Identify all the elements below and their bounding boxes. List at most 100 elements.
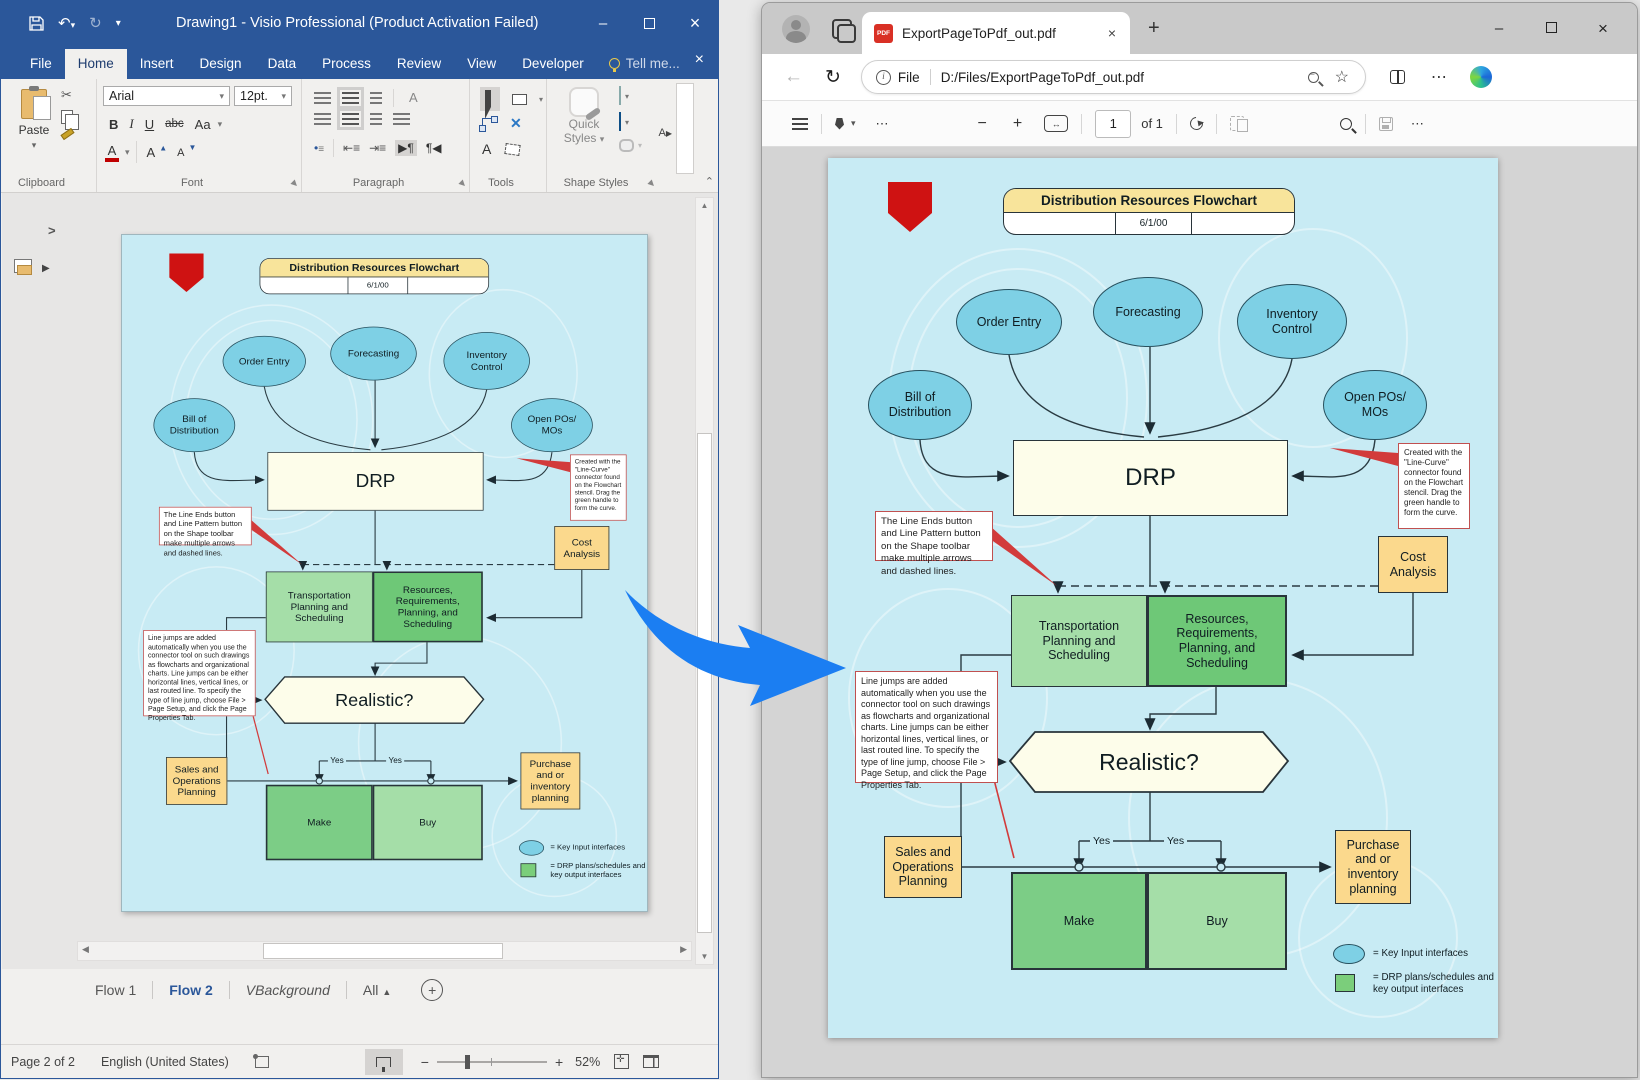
justify-icon[interactable]: [393, 113, 410, 125]
zoom-slider[interactable]: [437, 1061, 547, 1063]
rectangle-tool-icon[interactable]: [512, 94, 527, 105]
qat-customize-icon[interactable]: ▾: [116, 18, 121, 29]
scroll-right-icon[interactable]: ▶: [680, 944, 687, 955]
page-info-icon[interactable]: i: [876, 70, 891, 85]
font-size-select[interactable]: 12pt.▾: [234, 86, 292, 106]
decrease-indent-icon[interactable]: ⇤≡: [343, 141, 360, 155]
pdf-save-icon[interactable]: [1379, 117, 1393, 131]
tab-view[interactable]: View: [454, 49, 509, 79]
font-dialog-launcher[interactable]: ▶: [290, 178, 301, 189]
pdf-zoom-in-icon[interactable]: +: [1013, 115, 1022, 133]
stencil-expand-icon[interactable]: ▶: [42, 263, 50, 274]
status-language[interactable]: English (United States): [101, 1055, 229, 1069]
tab-insert[interactable]: Insert: [127, 49, 187, 79]
pdf-more-tools-icon[interactable]: ⋯: [876, 116, 890, 132]
text-rotate-icon[interactable]: A: [405, 88, 422, 107]
fill-color-button[interactable]: ▾: [619, 87, 642, 105]
zoom-level[interactable]: 52%: [575, 1055, 600, 1069]
status-page-indicator[interactable]: Page 2 of 2: [11, 1055, 75, 1069]
align-middle-icon[interactable]: [342, 92, 359, 104]
increase-indent-icon[interactable]: ⇥≡: [369, 141, 386, 155]
rectangle-dropdown-icon[interactable]: ▾: [539, 95, 543, 104]
free-rotate-icon[interactable]: [505, 143, 521, 156]
settings-more-icon[interactable]: ⋯: [1431, 67, 1448, 87]
new-tab-button[interactable]: +: [1148, 17, 1160, 40]
save-icon[interactable]: [29, 16, 44, 31]
redo-icon[interactable]: ↻: [89, 14, 102, 32]
underline-button[interactable]: U: [141, 115, 158, 134]
paste-button[interactable]: Paste▾: [11, 87, 57, 175]
edge-maximize-button[interactable]: [1525, 20, 1577, 37]
zoom-out-page-icon[interactable]: [1308, 72, 1319, 83]
close-button[interactable]: ×: [672, 1, 718, 45]
tab-design[interactable]: Design: [187, 49, 255, 79]
font-color-dropdown-icon[interactable]: ▾: [125, 147, 130, 158]
pointer-tool-icon[interactable]: [480, 87, 500, 111]
grow-font-button[interactable]: A▲: [143, 143, 168, 162]
split-screen-icon[interactable]: [1390, 70, 1405, 84]
table-of-contents-icon[interactable]: [792, 118, 808, 130]
tab-developer[interactable]: Developer: [509, 49, 597, 79]
text-block-icon[interactable]: A: [482, 141, 491, 157]
collapse-ribbon-icon[interactable]: ⌃: [705, 175, 714, 188]
shapes-pane-expand-icon[interactable]: >: [48, 223, 56, 238]
page-number-input[interactable]: [1095, 110, 1131, 138]
edge-active-tab[interactable]: PDF ExportPageToPdf_out.pdf ×: [862, 12, 1130, 54]
tab-close-icon[interactable]: ×: [1108, 25, 1116, 41]
workspaces-icon[interactable]: [832, 19, 852, 39]
quick-styles-button[interactable]: Quick Styles ▾: [555, 87, 613, 145]
effects-button[interactable]: ▾: [619, 139, 642, 152]
align-right-icon[interactable]: [370, 113, 382, 125]
pdf-more-icon[interactable]: ⋯: [1411, 116, 1425, 132]
annotate-pen-icon[interactable]: [835, 118, 844, 130]
fit-page-icon[interactable]: [614, 1054, 629, 1069]
favorites-star-icon[interactable]: ☆: [1335, 67, 1349, 87]
align-top-icon[interactable]: [314, 92, 331, 104]
text-direction-rtl-icon[interactable]: ¶◀: [426, 141, 442, 155]
align-bottom-icon[interactable]: [370, 92, 382, 104]
pdf-content-area[interactable]: Distribution Resources Flowchart 6/1/00 …: [762, 147, 1637, 1077]
font-name-select[interactable]: Arial▾: [103, 86, 230, 106]
edge-minimize-button[interactable]: –: [1473, 20, 1525, 37]
font-color-button[interactable]: A: [105, 142, 119, 162]
presentation-mode-icon[interactable]: [365, 1049, 403, 1075]
refresh-icon[interactable]: ↻: [825, 66, 841, 89]
shape-styles-dialog-launcher[interactable]: ▶: [647, 178, 658, 189]
undo-icon[interactable]: ↶▾: [58, 14, 75, 32]
scroll-down-icon[interactable]: ▼: [696, 952, 713, 961]
stencil-icon[interactable]: [14, 259, 32, 273]
minimize-button[interactable]: –: [580, 1, 626, 45]
scroll-up-icon[interactable]: ▲: [696, 201, 713, 210]
cut-icon[interactable]: ✂: [61, 87, 74, 103]
back-icon[interactable]: ←: [784, 66, 803, 88]
align-left-icon[interactable]: [314, 113, 331, 125]
tab-process[interactable]: Process: [309, 49, 384, 79]
copy-icon[interactable]: [61, 110, 73, 124]
maximize-button[interactable]: [626, 1, 672, 45]
page-tab-flow1[interactable]: Flow 1: [79, 976, 152, 1004]
zoom-out-icon[interactable]: −: [421, 1054, 429, 1070]
tell-me-box[interactable]: Tell me...: [597, 49, 692, 79]
horizontal-scroll-thumb[interactable]: [263, 943, 503, 959]
edge-close-button[interactable]: ×: [1577, 19, 1629, 39]
pen-dropdown-icon[interactable]: ▾: [851, 118, 856, 129]
zoom-in-icon[interactable]: +: [555, 1054, 563, 1070]
page-tab-flow2[interactable]: Flow 2: [153, 976, 229, 1004]
horizontal-scrollbar[interactable]: ◀ ▶: [77, 941, 692, 961]
page-tab-vbackground[interactable]: VBackground: [230, 976, 346, 1004]
copilot-icon[interactable]: [1470, 66, 1492, 88]
page-view-icon[interactable]: [1230, 116, 1244, 131]
pdf-search-icon[interactable]: [1340, 118, 1352, 130]
add-page-button[interactable]: +: [421, 979, 443, 1001]
strikethrough-button[interactable]: abc: [161, 116, 188, 132]
pdf-zoom-out-icon[interactable]: −: [978, 115, 987, 133]
align-center-icon[interactable]: [342, 113, 359, 125]
macro-icon[interactable]: [255, 1056, 269, 1068]
bold-button[interactable]: B: [105, 115, 122, 134]
rotate-icon[interactable]: [1187, 114, 1205, 132]
shrink-font-button[interactable]: A▼: [173, 143, 196, 161]
profile-avatar-icon[interactable]: [782, 15, 810, 43]
format-painter-icon[interactable]: [60, 128, 74, 140]
ribbon-overflow-icon[interactable]: A▶: [659, 127, 673, 139]
connection-point-icon[interactable]: ✕: [510, 115, 522, 132]
